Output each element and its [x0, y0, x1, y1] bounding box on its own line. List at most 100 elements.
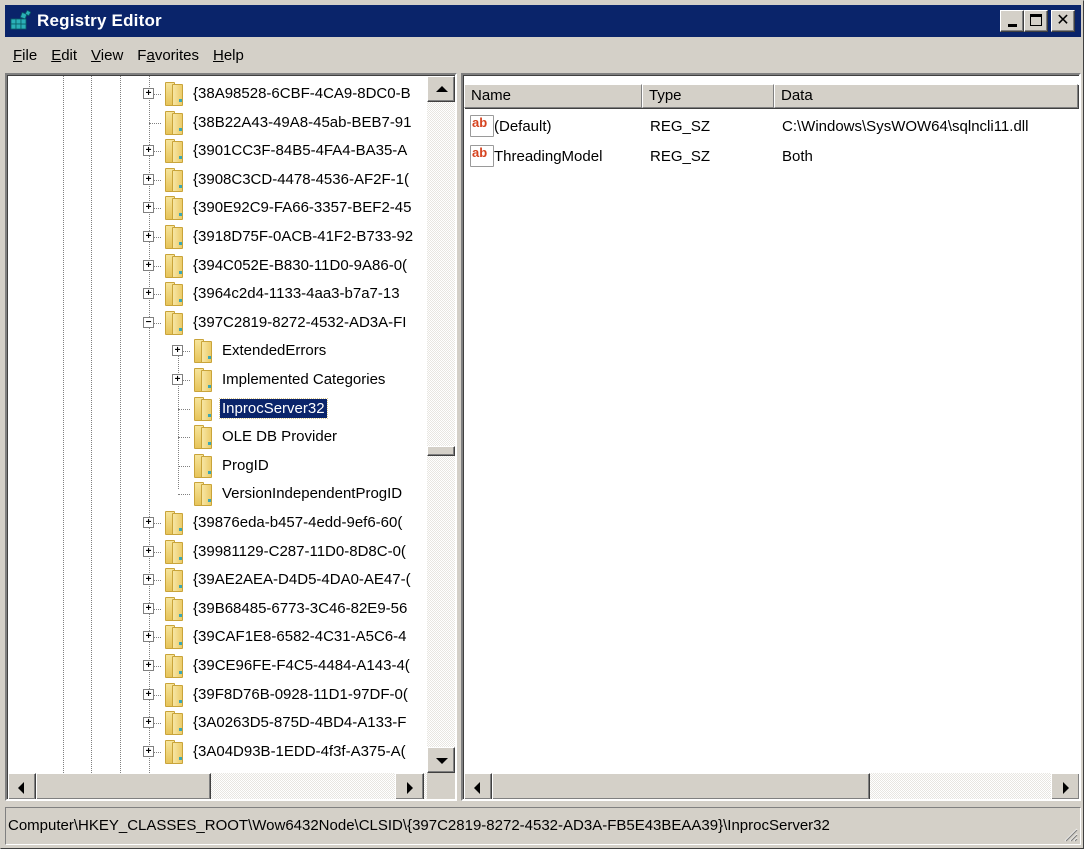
expand-icon[interactable]: + — [143, 745, 154, 757]
expand-icon[interactable]: + — [143, 660, 154, 671]
tree-node[interactable]: + {38A98528-6CBF-4CA9-8DC0-B — [8, 80, 427, 109]
menu-edit[interactable]: Edit — [44, 47, 84, 64]
minimize-button[interactable] — [1000, 10, 1024, 32]
value-row[interactable]: ab ThreadingModel REG_SZ Both — [464, 142, 1074, 170]
tree-hscroll-thumb[interactable] — [36, 773, 211, 799]
expand-icon[interactable]: + — [143, 173, 154, 185]
tree-horizontal-scrollbar[interactable] — [8, 773, 427, 799]
column-header-data[interactable]: Data — [774, 84, 1078, 108]
expand-icon[interactable]: + — [143, 517, 154, 528]
tree-node-label: {3964c2d4-1133-4aa3-b7a7-13 — [193, 285, 400, 303]
maximize-icon — [1030, 14, 1042, 26]
expand-icon[interactable]: + — [143, 88, 154, 99]
tree-node-label: {3908C3CD-4478-4536-AF2F-1( — [193, 170, 409, 188]
menu-file-rest: ile — [22, 46, 38, 64]
tree-node[interactable]: VersionIndependentProgID — [8, 480, 427, 509]
expand-icon[interactable]: + — [143, 288, 154, 300]
menu-favorites[interactable]: Favorites — [130, 47, 206, 64]
tree-node[interactable]: + {39CE96FE-F4C5-4484-A143-4( — [8, 652, 427, 681]
folder-icon — [165, 568, 183, 593]
tree-node[interactable]: + {39AE2AEA-D4D5-4DA0-AE47-( — [8, 566, 427, 595]
scrollbar-corner — [427, 773, 455, 799]
expand-icon[interactable]: + — [143, 202, 154, 214]
tree-node[interactable]: + {39CAF1E8-6582-4C31-A5C6-4 — [8, 623, 427, 652]
tree-node[interactable]: + {39876eda-b457-4edd-9ef6-60( — [8, 509, 427, 538]
expand-icon[interactable]: + — [143, 688, 154, 700]
tree-scroll-up-button[interactable] — [427, 76, 455, 102]
menu-help-rest: elp — [223, 46, 244, 64]
tree-node-label: {38B22A43-49A8-45ab-BEB7-91 — [193, 113, 412, 131]
tree-node-label: {3901CC3F-84B5-4FA4-BA35-A — [193, 142, 408, 160]
folder-icon — [165, 253, 183, 278]
tree-node[interactable]: + {3A0263D5-875D-4BD4-A133-F — [8, 709, 427, 738]
folder-icon — [165, 82, 183, 106]
folder-icon — [165, 739, 183, 764]
collapse-icon[interactable]: − — [143, 316, 154, 328]
tree-node[interactable]: + {3964c2d4-1133-4aa3-b7a7-13 — [8, 280, 427, 309]
folder-icon — [165, 654, 183, 678]
arrow-left-icon — [474, 782, 480, 794]
menu-file[interactable]: File — [5, 47, 44, 64]
expand-icon[interactable]: + — [143, 717, 154, 729]
tree-node[interactable]: OLE DB Provider — [8, 423, 427, 452]
tree-node[interactable]: InprocServer32 — [8, 395, 427, 424]
tree-node[interactable]: + {394C052E-B830-11D0-9A86-0( — [8, 252, 427, 281]
values-hscroll-thumb[interactable] — [492, 773, 870, 799]
tree-connector-line — [178, 408, 190, 410]
menu-view-rest: iew — [100, 46, 124, 64]
expand-icon[interactable]: + — [143, 259, 154, 271]
tree-node[interactable]: + {390E92C9-FA66-3357-BEF2-45 — [8, 194, 427, 223]
folder-icon — [194, 396, 212, 421]
tree-vertical-scrollbar[interactable] — [427, 76, 455, 773]
tree-node[interactable]: + {39981129-C287-11D0-8D8C-0( — [8, 538, 427, 567]
close-button[interactable]: ✕ — [1051, 10, 1075, 32]
tree-node[interactable]: + ExtendedErrors — [8, 337, 427, 366]
tree-node[interactable]: + {3918D75F-0ACB-41F2-B733-92 — [8, 223, 427, 252]
tree-node[interactable]: + {39B68485-6773-3C46-82E9-56 — [8, 595, 427, 624]
value-type: REG_SZ — [650, 117, 711, 135]
values-horizontal-scrollbar[interactable] — [464, 773, 1079, 799]
tree-scroll-down-button[interactable] — [427, 747, 455, 773]
value-data: Both — [782, 147, 813, 165]
values-scroll-left-button[interactable] — [464, 773, 492, 799]
value-name: ThreadingModel — [494, 147, 603, 165]
tree-node[interactable]: + Implemented Categories — [8, 366, 427, 395]
value-row[interactable]: ab (Default) REG_SZ C:\Windows\SysWOW64\… — [464, 112, 1074, 140]
tree-scroll-left-button[interactable] — [8, 773, 36, 799]
expand-icon[interactable]: + — [143, 574, 154, 586]
tree-scroll-thumb[interactable] — [427, 446, 455, 456]
expand-icon[interactable]: + — [143, 631, 154, 643]
key-tree[interactable]: + {38A98528-6CBF-4CA9-8DC0-B {38B22A43-49A… — [8, 76, 427, 773]
tree-node[interactable]: − {397C2819-8272-4532-AD3A-FI — [8, 309, 427, 338]
column-header-name[interactable]: Name — [464, 84, 642, 108]
menu-help[interactable]: Help — [206, 47, 251, 64]
menu-view[interactable]: View — [84, 47, 130, 64]
tree-node-label-selected: InprocServer32 — [219, 397, 328, 419]
registry-editor-window: Registry Editor ✕ File Edit View Favorit… — [0, 0, 1084, 849]
menu-help-accel: H — [213, 46, 224, 64]
folder-icon — [165, 167, 183, 192]
expand-icon[interactable]: + — [172, 345, 183, 357]
arrow-up-icon — [436, 86, 448, 92]
tree-node[interactable]: + {3901CC3F-84B5-4FA4-BA35-A — [8, 137, 427, 166]
expand-icon[interactable]: + — [172, 374, 183, 385]
expand-icon[interactable]: + — [143, 602, 154, 614]
tree-connector-line — [178, 465, 190, 467]
tree-node[interactable]: ProgID — [8, 452, 427, 481]
tree-node[interactable]: {38B22A43-49A8-45ab-BEB7-91 — [8, 109, 427, 138]
values-scroll-right-button[interactable] — [1051, 773, 1079, 799]
value-data: C:\Windows\SysWOW64\sqlncli11.dll — [782, 117, 1029, 135]
expand-icon[interactable]: + — [143, 145, 154, 157]
tree-node-label: {39CE96FE-F4C5-4484-A143-4( — [193, 657, 410, 674]
resize-grip-icon[interactable] — [1062, 826, 1078, 842]
expand-icon[interactable]: + — [143, 545, 154, 557]
maximize-button[interactable] — [1024, 10, 1048, 32]
expand-icon[interactable]: + — [143, 231, 154, 242]
tree-node[interactable]: + {39F8D76B-0928-11D1-97DF-0( — [8, 681, 427, 710]
tree-node[interactable]: + {3A04D93B-1EDD-4f3f-A375-A( — [8, 738, 427, 767]
tree-scroll-right-button[interactable] — [395, 773, 424, 799]
tree-node[interactable]: + {3908C3CD-4478-4536-AF2F-1( — [8, 166, 427, 195]
column-header-type[interactable]: Type — [642, 84, 774, 108]
title-bar[interactable]: Registry Editor ✕ — [5, 5, 1081, 37]
arrow-right-icon — [1063, 782, 1069, 794]
